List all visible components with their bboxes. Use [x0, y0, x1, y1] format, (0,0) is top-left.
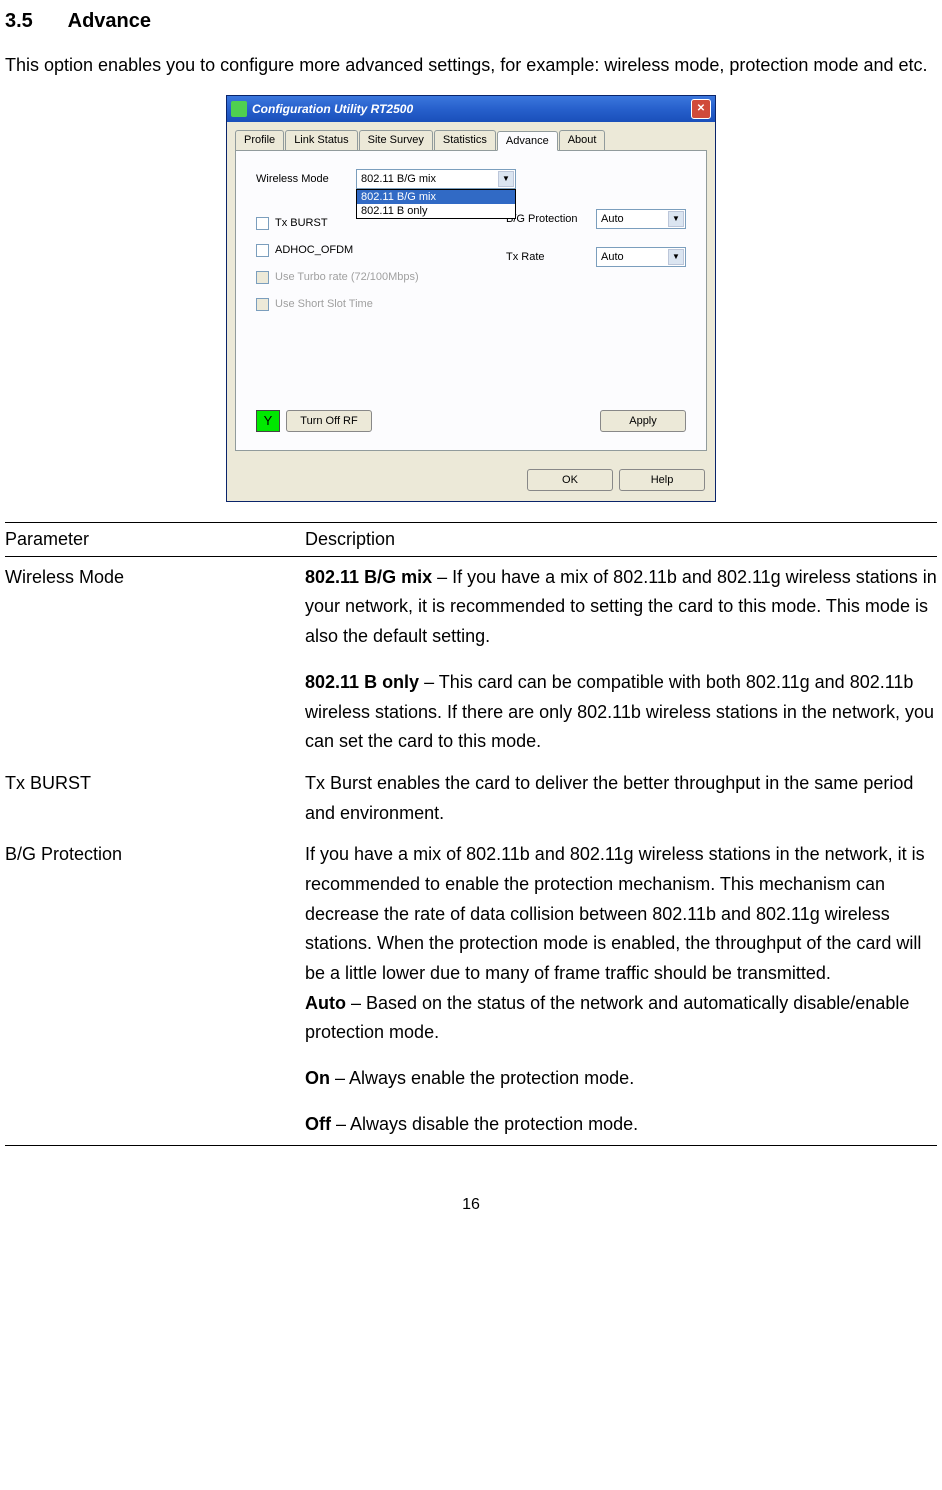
button-row: Y Turn Off RF Apply [256, 410, 686, 432]
desc-text: – Always disable the protection mode. [331, 1114, 638, 1134]
tab-strip: Profile Link Status Site Survey Statisti… [235, 130, 707, 151]
turn-off-rf-button[interactable]: Turn Off RF [286, 410, 372, 432]
bold-text: 802.11 B/G mix [305, 567, 432, 587]
bold-text: Auto [305, 993, 346, 1013]
turbo-label: Use Turbo rate (72/100Mbps) [275, 271, 419, 283]
page-number: 16 [5, 1196, 937, 1214]
turbo-checkbox [256, 271, 269, 284]
desc-bg-protection: If you have a mix of 802.11b and 802.11g… [305, 834, 937, 1146]
slot-label: Use Short Slot Time [275, 298, 373, 310]
tab-content: Wireless Mode 802.11 B/G mix ▼ 802.11 B/… [235, 151, 707, 451]
tab-advance[interactable]: Advance [497, 131, 558, 151]
parameter-table: Parameter Description Wireless Mode 802.… [5, 522, 937, 1147]
table-row: Tx BURST Tx Burst enables the card to de… [5, 763, 937, 834]
tx-rate-row: Tx Rate Auto ▼ [506, 247, 686, 267]
bold-text: Off [305, 1114, 331, 1134]
app-icon [231, 101, 247, 117]
config-dialog: Configuration Utility RT2500 ✕ Profile L… [226, 95, 716, 502]
adhoc-checkbox[interactable] [256, 244, 269, 257]
dropdown-option-mix[interactable]: 802.11 B/G mix [357, 190, 515, 204]
slot-row: Use Short Slot Time [256, 298, 686, 311]
desc-text: Tx Burst enables the card to deliver the… [305, 769, 937, 828]
slot-checkbox [256, 298, 269, 311]
window-title: Configuration Utility RT2500 [252, 102, 691, 116]
tab-link-status[interactable]: Link Status [285, 130, 357, 150]
desc-tx-burst: Tx Burst enables the card to deliver the… [305, 763, 937, 834]
bg-protection-value: Auto [601, 213, 624, 225]
chevron-down-icon: ▼ [668, 249, 684, 265]
close-icon[interactable]: ✕ [691, 99, 711, 119]
tab-site-survey[interactable]: Site Survey [359, 130, 433, 150]
desc-text: – Based on the status of the network and… [305, 993, 909, 1043]
chevron-down-icon: ▼ [668, 211, 684, 227]
bold-text: 802.11 B only [305, 672, 419, 692]
title-bar: Configuration Utility RT2500 ✕ [227, 96, 715, 122]
wireless-mode-label: Wireless Mode [256, 173, 356, 185]
param-bg-protection: B/G Protection [5, 834, 305, 1146]
right-controls: B/G Protection Auto ▼ Tx Rate Auto ▼ [506, 169, 686, 285]
tx-rate-label: Tx Rate [506, 251, 596, 263]
dialog-footer: OK Help [227, 459, 715, 501]
param-tx-burst: Tx BURST [5, 763, 305, 834]
antenna-icon: Y [256, 410, 280, 432]
tx-rate-combo[interactable]: Auto ▼ [596, 247, 686, 267]
dialog-body: Profile Link Status Site Survey Statisti… [227, 122, 715, 459]
rf-group: Y Turn Off RF [256, 410, 372, 432]
table-row: B/G Protection If you have a mix of 802.… [5, 834, 937, 1146]
section-title: Advance [68, 10, 151, 32]
table-header-parameter: Parameter [5, 522, 305, 556]
tx-rate-value: Auto [601, 251, 624, 263]
ok-button[interactable]: OK [527, 469, 613, 491]
intro-paragraph: This option enables you to configure mor… [5, 51, 937, 80]
param-wireless-mode: Wireless Mode [5, 556, 305, 763]
tx-burst-checkbox[interactable] [256, 217, 269, 230]
adhoc-label: ADHOC_OFDM [275, 244, 353, 256]
tx-burst-label: Tx BURST [275, 217, 328, 229]
desc-wireless-mode: 802.11 B/G mix – If you have a mix of 80… [305, 556, 937, 763]
tab-profile[interactable]: Profile [235, 130, 284, 150]
bg-protection-label: B/G Protection [506, 213, 596, 225]
section-header: 3.5 Advance [5, 10, 937, 33]
apply-button[interactable]: Apply [600, 410, 686, 432]
bold-text: On [305, 1068, 330, 1088]
help-button[interactable]: Help [619, 469, 705, 491]
wireless-mode-dropdown: 802.11 B/G mix 802.11 B only [356, 189, 516, 219]
tab-about[interactable]: About [559, 130, 606, 150]
table-header-description: Description [305, 522, 937, 556]
bg-protection-combo[interactable]: Auto ▼ [596, 209, 686, 229]
wireless-mode-combo[interactable]: 802.11 B/G mix ▼ [356, 169, 516, 189]
table-row: Wireless Mode 802.11 B/G mix – If you ha… [5, 556, 937, 763]
screenshot-container: Configuration Utility RT2500 ✕ Profile L… [5, 95, 937, 502]
dropdown-option-bonly[interactable]: 802.11 B only [357, 204, 515, 218]
tab-statistics[interactable]: Statistics [434, 130, 496, 150]
section-number: 3.5 [5, 10, 33, 33]
wireless-mode-value: 802.11 B/G mix [361, 173, 436, 185]
desc-text: If you have a mix of 802.11b and 802.11g… [305, 840, 937, 988]
desc-text: – Always enable the protection mode. [330, 1068, 634, 1088]
bg-protection-row: B/G Protection Auto ▼ [506, 209, 686, 229]
